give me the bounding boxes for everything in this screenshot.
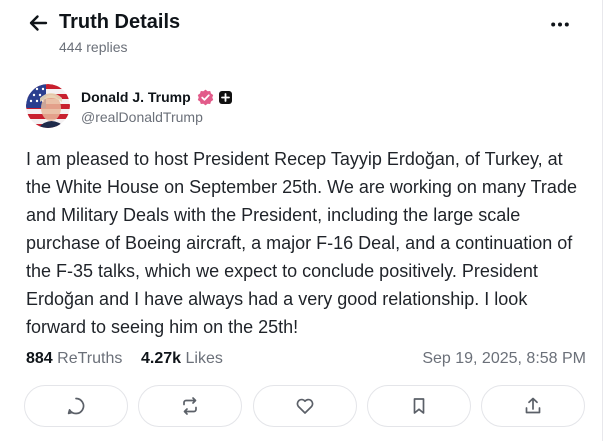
repost-icon: [183, 397, 197, 415]
post-stats: 884 ReTruths 4.27k Likes Sep 19, 2025, 8…: [26, 348, 586, 370]
author-name[interactable]: Donald J. Trump: [81, 89, 191, 105]
arrow-left-icon: [29, 15, 48, 31]
verified-badge-icon: [197, 89, 214, 106]
like-button[interactable]: [253, 385, 357, 427]
bookmark-icon: [413, 398, 425, 414]
avatar-image: [26, 84, 70, 128]
share-button[interactable]: [481, 385, 585, 427]
heart-icon: [296, 398, 314, 414]
author-name-row: Donald J. Trump: [81, 87, 232, 107]
likes-count: 4.27k: [141, 350, 182, 367]
share-icon: [525, 397, 541, 414]
bookmark-button[interactable]: [367, 385, 471, 427]
post-timestamp[interactable]: Sep 19, 2025, 8:58 PM: [422, 348, 586, 370]
retruths-stat[interactable]: 884 ReTruths: [26, 348, 122, 370]
avatar[interactable]: [26, 84, 70, 128]
replies-count: 444 replies: [59, 39, 128, 55]
more-horizontal-icon: [551, 22, 569, 26]
back-button[interactable]: [25, 10, 51, 36]
truth-details-page: Truth Details 444 replies Donald J. Trum…: [0, 0, 603, 441]
retruths-count: 884: [26, 350, 53, 367]
page-title: Truth Details: [59, 11, 181, 33]
likes-label: Likes: [185, 350, 223, 367]
truth-plus-icon: [218, 90, 232, 104]
post-author: Donald J. Trump @realDonaldTrump: [26, 84, 586, 130]
page-header: Truth Details 444 replies: [1, 0, 602, 64]
likes-stat[interactable]: 4.27k Likes: [141, 348, 223, 370]
comment-icon: [67, 397, 85, 415]
retruths-label: ReTruths: [57, 350, 123, 367]
more-options-button[interactable]: [546, 12, 574, 36]
reply-button[interactable]: [24, 385, 128, 427]
action-bar: [24, 385, 586, 429]
retruth-button[interactable]: [138, 385, 242, 427]
author-handle[interactable]: @realDonaldTrump: [81, 109, 203, 125]
post-body: I am pleased to host President Recep Tay…: [26, 149, 577, 337]
